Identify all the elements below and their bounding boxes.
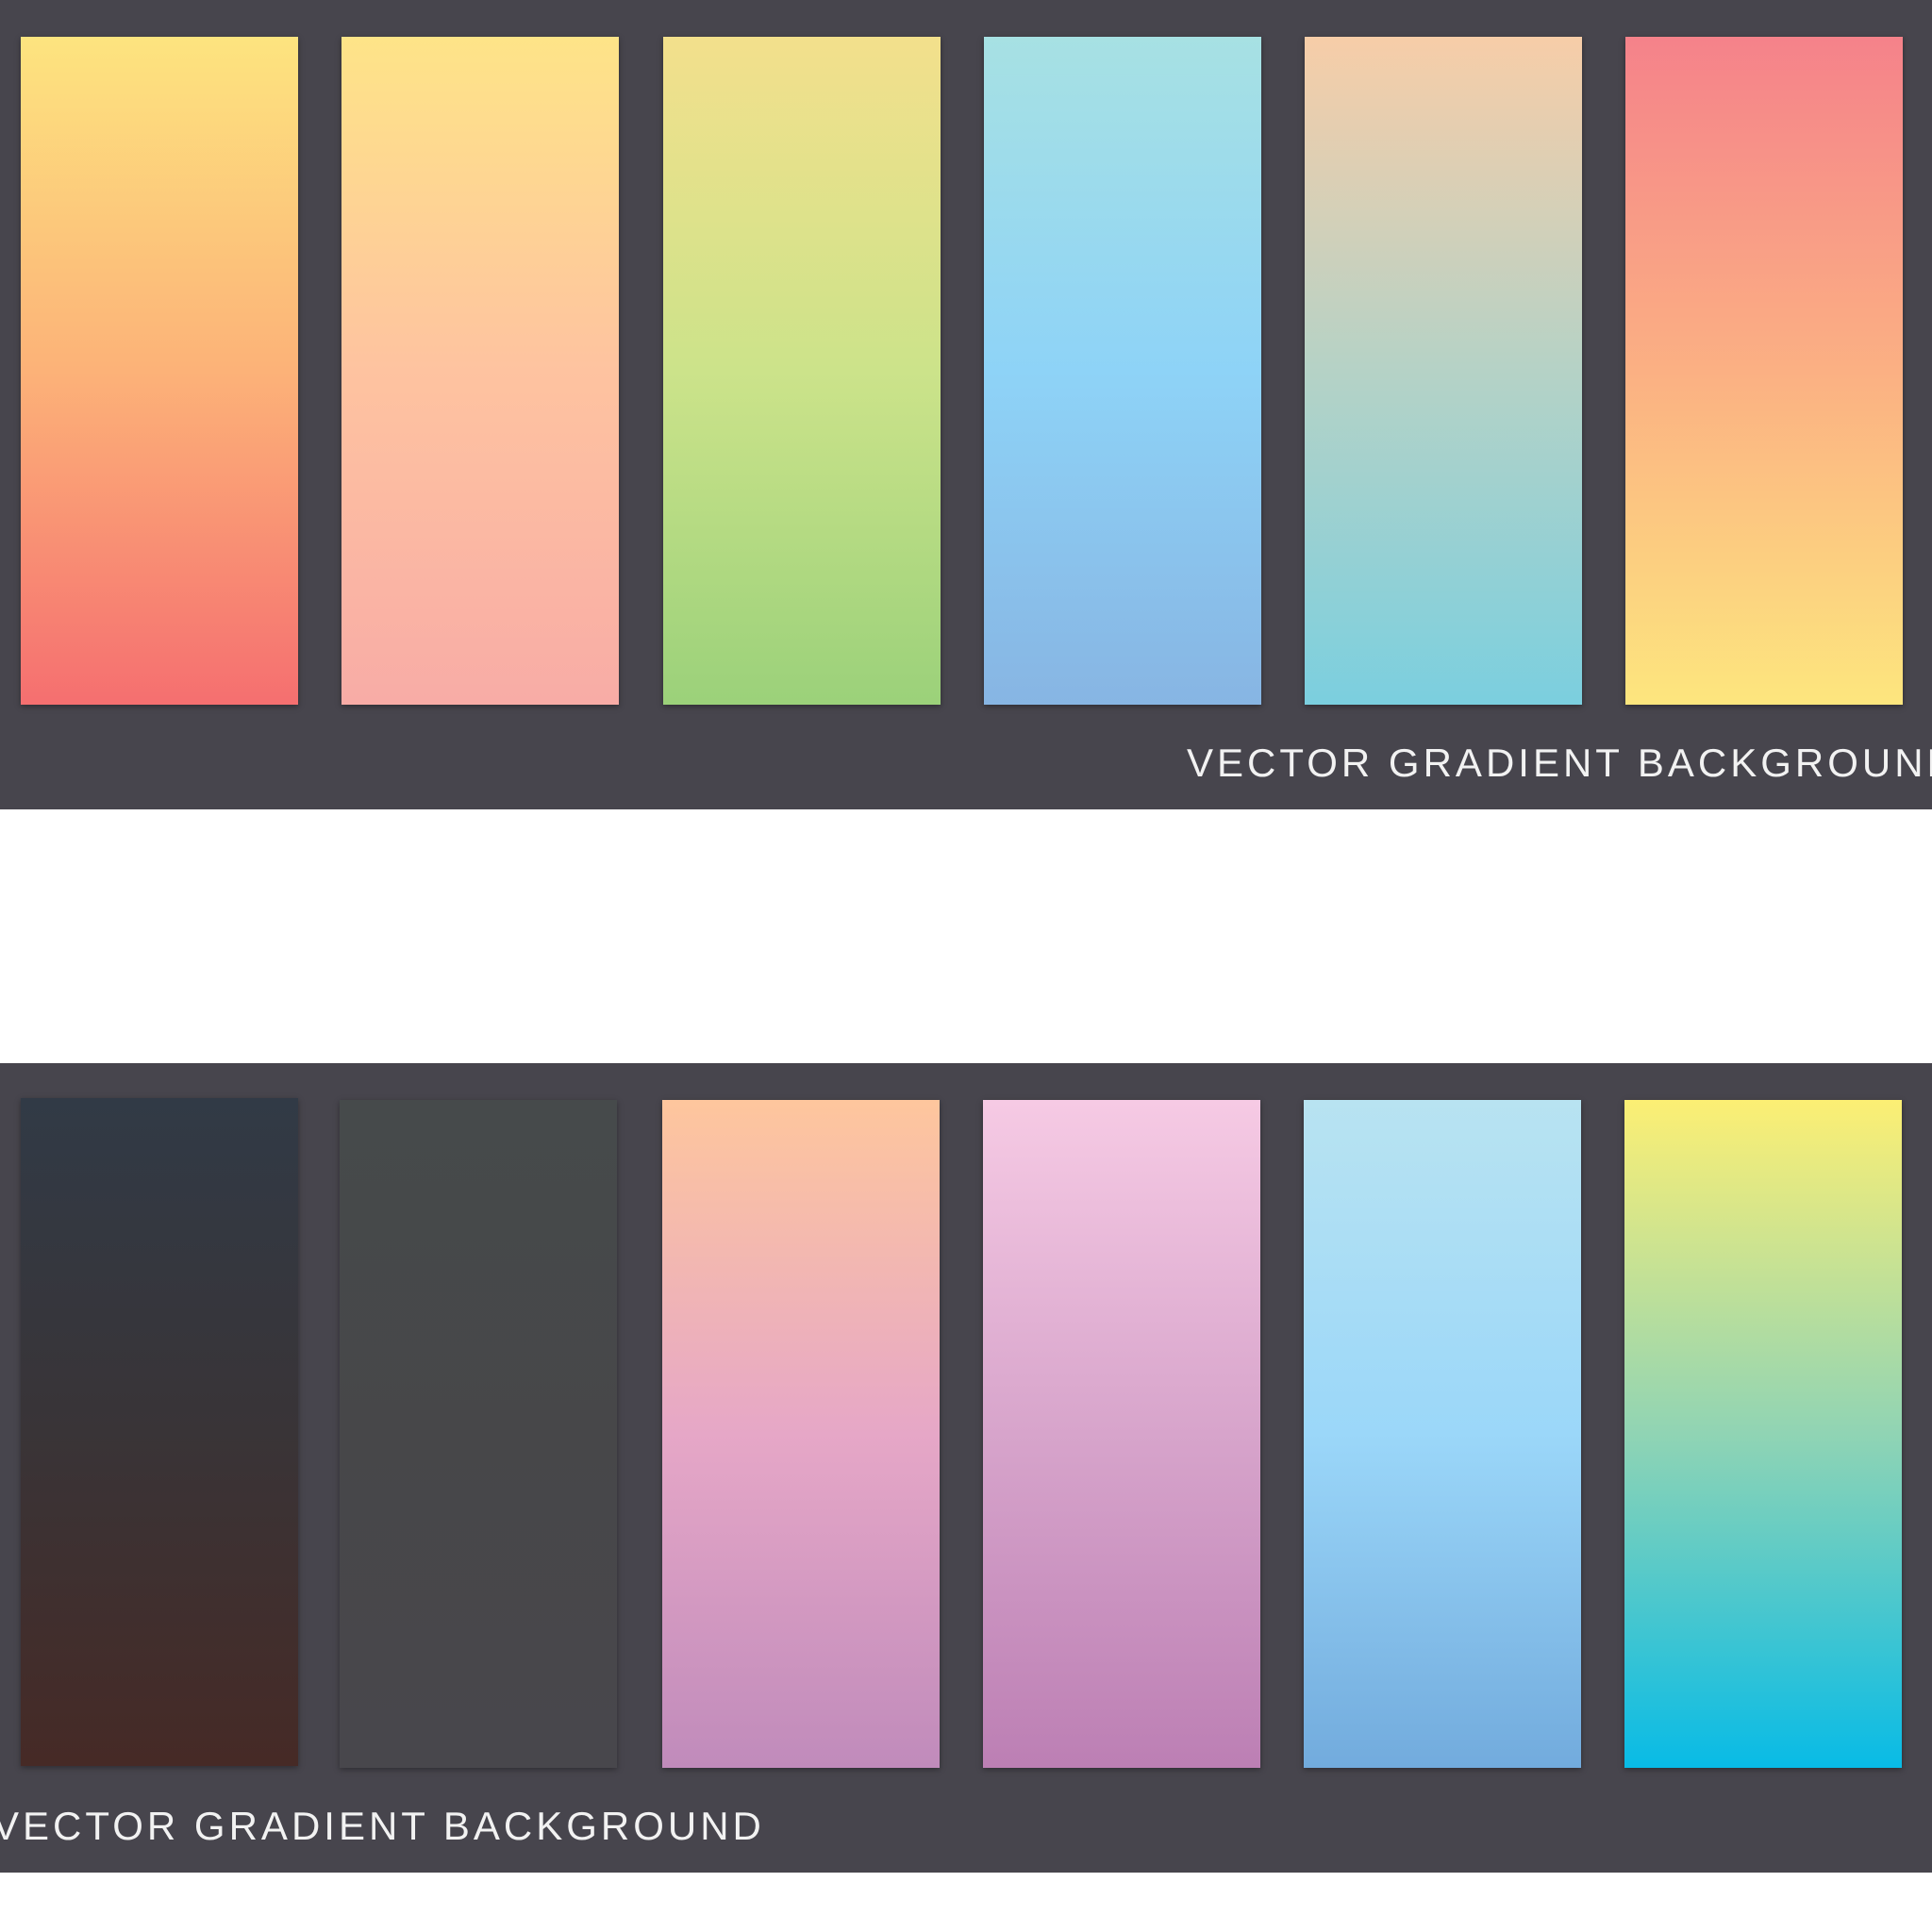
gradient-swatch — [1304, 1100, 1581, 1768]
panel-caption: VECTOR GRADIENT BACKGROUND — [1187, 741, 1932, 785]
gradient-swatch — [21, 37, 298, 705]
gradient-swatch — [1625, 37, 1903, 705]
gradient-palette-page: VECTOR GRADIENT BACKGROUND VECTOR GRADIE… — [0, 0, 1932, 1932]
palette-panel-top: VECTOR GRADIENT BACKGROUND — [0, 0, 1932, 809]
gradient-swatch — [1305, 37, 1582, 705]
gradient-swatch — [1624, 1100, 1902, 1768]
gradient-swatch — [662, 1100, 940, 1768]
panel-caption: VECTOR GRADIENT BACKGROUND — [0, 1804, 765, 1848]
gradient-swatch — [983, 1100, 1260, 1768]
gradient-swatch — [663, 37, 941, 705]
gradient-swatch — [341, 37, 619, 705]
gradient-swatch — [21, 1098, 298, 1766]
gradient-swatch — [340, 1100, 617, 1768]
gradient-swatch — [984, 37, 1261, 705]
palette-panel-bottom: VECTOR GRADIENT BACKGROUND — [0, 1063, 1932, 1873]
